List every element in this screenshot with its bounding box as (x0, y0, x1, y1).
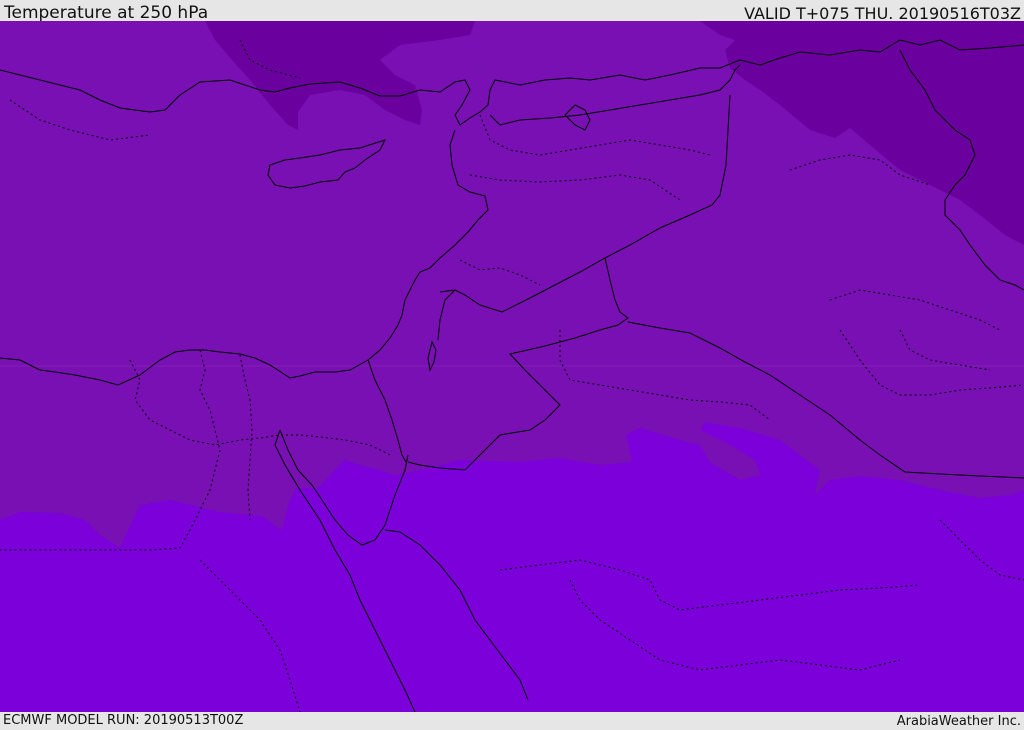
map-title: Temperature at 250 hPa (4, 3, 209, 23)
header-bar: Temperature at 250 hPa VALID T+075 THU. … (0, 0, 1024, 23)
model-run: ECMWF MODEL RUN: 20190513T00Z (3, 713, 244, 728)
map-panel[interactable] (0, 21, 1024, 712)
credit-label: ArabiaWeather Inc. (896, 714, 1021, 729)
footer-bar: ECMWF MODEL RUN: 20190513T00Z ArabiaWeat… (0, 712, 1024, 729)
temperature-map[interactable] (0, 21, 1024, 712)
